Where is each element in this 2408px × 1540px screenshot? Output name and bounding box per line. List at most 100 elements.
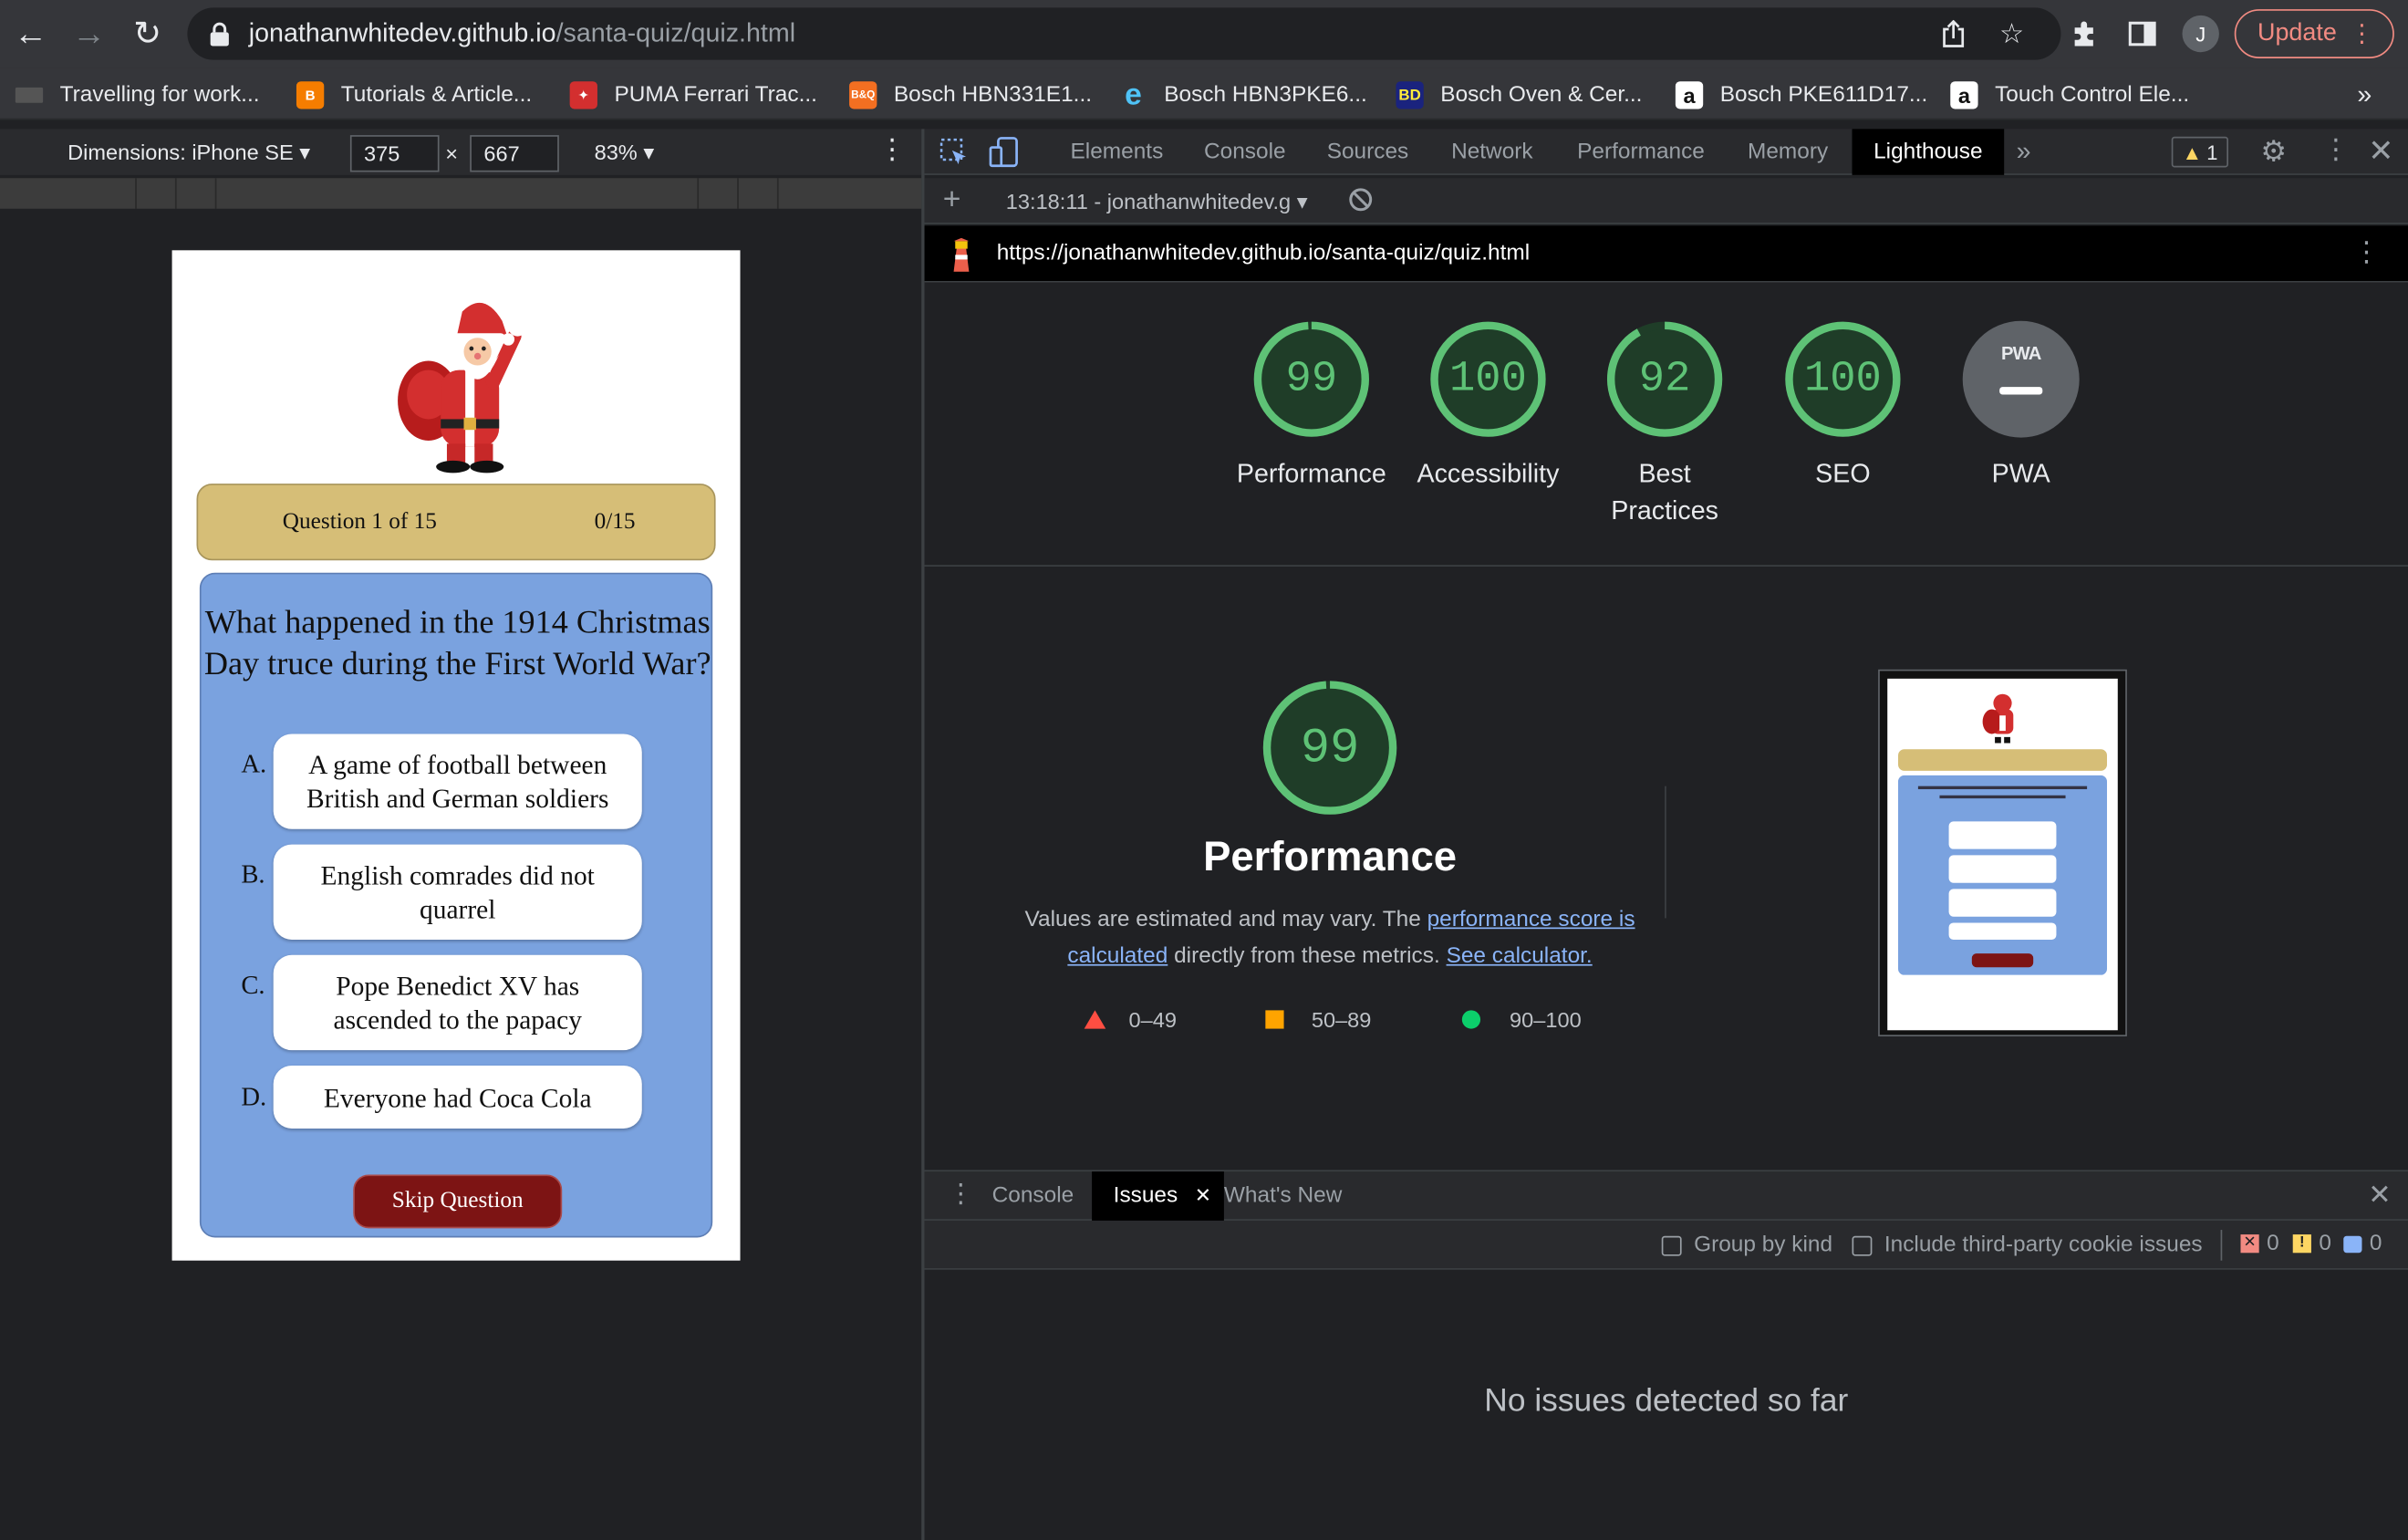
tab-sources[interactable]: Sources (1327, 129, 1409, 174)
address-path: /santa-quiz/quiz.html (555, 18, 796, 48)
no-issues-message: No issues detected so far (1484, 1383, 1849, 1420)
side-panel-icon[interactable] (2121, 12, 2164, 55)
bookmarks-overflow-icon[interactable]: » (2357, 78, 2372, 112)
extensions-icon[interactable] (2062, 12, 2105, 55)
ruler-segment[interactable] (214, 178, 217, 209)
times-symbol: × (445, 140, 459, 166)
tab-elements[interactable]: Elements (1071, 129, 1164, 174)
ruler-segment[interactable] (174, 178, 177, 209)
more-tabs-icon[interactable]: » (2017, 129, 2031, 174)
error-count: 0 (2267, 1231, 2279, 1256)
tab-console[interactable]: Console (1204, 129, 1286, 174)
answer-option-a[interactable]: A game of football between British and G… (273, 734, 642, 829)
average-square-icon (1265, 1010, 1284, 1029)
back-icon[interactable]: ← (9, 12, 52, 55)
gauge-accessibility[interactable]: 100 (1429, 321, 1546, 438)
question-text: What happened in the 1914 Christmas Day … (203, 603, 711, 682)
drawer-menu-icon[interactable]: ⋮ (948, 1180, 974, 1211)
profile-avatar[interactable]: J (2182, 15, 2219, 53)
report-selector[interactable]: 13:18:11 - jonathanwhitedev.g ▾ (1006, 189, 1308, 215)
bookmarks-bar: Travelling for work... B Tutorials & Arti… (0, 68, 2408, 120)
bookmark-item[interactable]: B&Q Bosch HBN331E1... (849, 78, 1092, 112)
bookmark-item[interactable]: e Bosch HBN3PKE6... (1119, 78, 1367, 112)
error-count-badge[interactable]: ✕ 0 (2240, 1231, 2279, 1256)
close-drawer-icon[interactable]: ✕ (2368, 1180, 2391, 1212)
device-height-input[interactable]: 667 (470, 135, 559, 172)
update-button[interactable]: Update ⋮ (2234, 9, 2394, 58)
warning-issue-count: 0 (2319, 1231, 2331, 1256)
pwa-label: PWA (1991, 459, 2050, 489)
bookmark-item[interactable]: a Touch Control Ele... (1950, 78, 2189, 112)
group-by-kind-checkbox[interactable]: Group by kind (1661, 1233, 1833, 1258)
perf-desc-text-2: directly from these metrics. (1174, 944, 1440, 969)
ruler-segment[interactable] (776, 178, 779, 209)
bookmark-item[interactable]: ✦ PUMA Ferrari Trac... (569, 78, 817, 112)
amazon-icon: a (1675, 81, 1704, 109)
device-toolbar: Dimensions: iPhone SE ▾ 375 × 667 83% ▾ … (0, 129, 922, 175)
tab-lighthouse[interactable]: Lighthouse (1852, 129, 2005, 175)
answer-option-c[interactable]: Pope Benedict XV has ascended to the pap… (273, 954, 642, 1051)
drawer-tab-issues-label: Issues (1113, 1183, 1178, 1209)
third-party-checkbox[interactable]: Include third-party cookie issues (1852, 1233, 2203, 1257)
warnings-badge[interactable]: ▲ 1 (2171, 136, 2229, 168)
gauge-score: 100 (1803, 355, 1882, 403)
devtools-more-icon[interactable]: ⋮ (2322, 133, 2350, 165)
bookmark-item[interactable]: BD Bosch Oven & Cer... (1396, 78, 1642, 112)
answer-option-d[interactable]: Everyone had Coca Cola (273, 1065, 642, 1129)
legend-average-range: 50–89 (1311, 1007, 1372, 1032)
device-dimensions-select[interactable]: Dimensions: iPhone SE ▾ (67, 140, 310, 166)
ruler-segment[interactable] (737, 178, 739, 209)
zoom-select[interactable]: 83% ▾ (595, 140, 655, 166)
legend-fail-range: 0–49 (1128, 1007, 1177, 1032)
gauge-performance[interactable]: 99 (1253, 321, 1370, 438)
report-url[interactable]: https://jonathanwhitedev.github.io/santa… (997, 241, 1530, 265)
settings-gear-icon[interactable]: ⚙ (2260, 135, 2287, 171)
calculator-link[interactable]: See calculator. (1447, 944, 1593, 969)
info-count-badge[interactable]: 0 (2343, 1232, 2382, 1256)
ruler-segment[interactable] (697, 178, 700, 209)
warning-count-badge[interactable]: ! 0 (2292, 1231, 2331, 1256)
option-letter: B. (241, 859, 265, 890)
gauge-seo[interactable]: 100 (1784, 321, 1901, 438)
share-icon[interactable] (1932, 12, 1975, 55)
bookmark-label: Touch Control Ele... (1995, 82, 2190, 108)
checkbox-box (1661, 1234, 1682, 1255)
issues-panel: No issues detected so far (924, 1269, 2408, 1540)
drawer-tab-whats-new[interactable]: What's New (1224, 1171, 1342, 1221)
tab-memory[interactable]: Memory (1748, 129, 1828, 174)
checkbox-box (1852, 1234, 1873, 1255)
address-bar[interactable]: jonathanwhitedev.github.io/santa-quiz/qu… (187, 7, 2061, 60)
performance-heading: Performance (1203, 833, 1458, 880)
inspect-element-icon[interactable] (939, 138, 967, 173)
tab-network[interactable]: Network (1451, 129, 1533, 174)
report-menu-icon[interactable]: ⋮ (2352, 236, 2380, 268)
device-toggle-icon[interactable] (989, 137, 1020, 175)
answer-option-b[interactable]: English comrades did not quarrel (273, 844, 642, 940)
reload-icon[interactable]: ↻ (126, 12, 169, 55)
clear-reports-icon[interactable] (1348, 187, 1373, 216)
ruler-segment[interactable] (135, 178, 137, 209)
drawer-tab-console[interactable]: Console (992, 1171, 1074, 1221)
media-query-ruler (0, 178, 922, 209)
issues-filter-bar: Group by kind Include third-party cookie… (924, 1220, 2408, 1270)
final-screenshot-thumbnail[interactable] (1878, 669, 2127, 1036)
forward-icon[interactable]: → (67, 12, 110, 55)
bookmark-item[interactable]: a Bosch PKE611D17... (1675, 78, 1927, 112)
gauge-best-practices[interactable]: 92 (1606, 321, 1723, 438)
device-more-icon[interactable]: ⋮ (878, 133, 906, 165)
skip-question-button[interactable]: Skip Question (353, 1174, 563, 1229)
pwa-badge[interactable]: PWA (1962, 320, 2080, 438)
group-by-kind-label: Group by kind (1694, 1233, 1833, 1258)
drawer-tab-issues[interactable]: Issues ✕ (1092, 1171, 1224, 1221)
close-tab-icon[interactable]: ✕ (1195, 1184, 1211, 1209)
performance-score-large: 99 (1300, 719, 1360, 776)
tab-performance[interactable]: Performance (1577, 129, 1705, 174)
performance-divider (1665, 786, 1666, 919)
bookmark-item[interactable]: B Tutorials & Article... (296, 78, 532, 112)
close-devtools-icon[interactable]: ✕ (2368, 132, 2393, 171)
device-width-input[interactable]: 375 (349, 135, 440, 172)
performance-gauge-large: 99 (1262, 681, 1397, 816)
new-report-icon[interactable]: + (943, 182, 961, 218)
bookmark-item[interactable]: Travelling for work... (15, 78, 260, 112)
bookmark-star-icon[interactable]: ☆ (1990, 12, 2033, 55)
